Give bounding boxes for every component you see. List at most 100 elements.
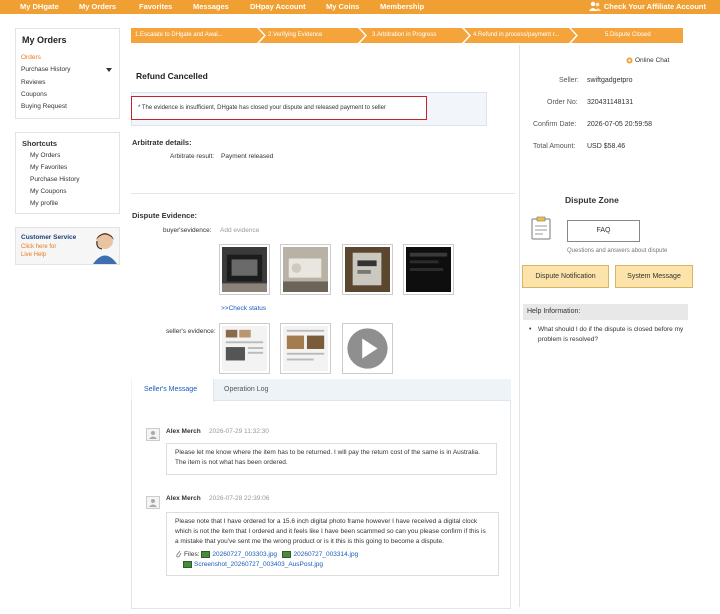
nav-my-dhgate[interactable]: My DHgate — [20, 2, 59, 11]
faq-caption: Questions and answers about dispute — [567, 248, 668, 254]
play-icon — [345, 326, 390, 371]
seller-evidence-video-thumb[interactable] — [342, 323, 393, 374]
order-no-label: Order No: — [547, 99, 578, 106]
avatar — [146, 496, 160, 509]
support-agent-icon — [93, 233, 117, 264]
total-amount-value: USD $58.46 — [587, 143, 626, 150]
check-status-link[interactable]: >>Check status — [221, 305, 266, 312]
attachment-link-2[interactable]: 20260727_003314.jpg — [293, 551, 358, 558]
online-chat-link[interactable]: Online Chat — [626, 57, 669, 64]
shortcut-my-orders[interactable]: My Orders — [30, 152, 60, 159]
arbitrate-value: Payment released — [221, 153, 274, 160]
paperclip-icon — [176, 551, 182, 558]
seller-label: Seller: — [559, 77, 579, 84]
shortcut-my-coupons[interactable]: My Coupons — [30, 188, 67, 195]
section-divider — [131, 193, 515, 194]
nav-my-orders[interactable]: My Orders — [79, 2, 116, 11]
column-divider — [519, 45, 520, 607]
sidebar-item-purchase-history[interactable]: Purchase History — [21, 66, 71, 73]
sidebar-item-reviews[interactable]: Reviews — [21, 79, 46, 86]
help-item-link[interactable]: What should I do if the dispute is close… — [538, 325, 688, 344]
message-author: Alex Merch — [166, 495, 201, 502]
seller-value[interactable]: swiftgadgetpro — [587, 77, 633, 84]
nav-favorites[interactable]: Favorites — [139, 2, 172, 11]
help-title: Help Information: — [527, 308, 581, 315]
user-icon — [149, 431, 157, 439]
dispute-progress: 1.Escalate to DHgate and Awai... 2.Verif… — [131, 28, 683, 43]
dispute-notification-button[interactable]: Dispute Notification — [522, 265, 609, 288]
notice-highlight: * The evidence is insufficient, DHgate h… — [131, 96, 427, 120]
step-2: 2.Verifying Evidence — [259, 28, 365, 43]
bullet-icon: • — [529, 326, 532, 333]
shortcut-purchase-history[interactable]: Purchase History — [30, 176, 80, 183]
step-1: 1.Escalate to DHgate and Awai... — [131, 28, 264, 43]
nav-membership[interactable]: Membership — [380, 2, 424, 11]
shortcut-my-favorites[interactable]: My Favorites — [30, 164, 67, 171]
sidebar-item-coupons[interactable]: Coupons — [21, 91, 47, 98]
customer-service-banner[interactable]: Customer Service Click here for Live Hel… — [15, 227, 120, 265]
seller-evidence-label: seller's evidence: — [166, 328, 216, 335]
evidence-image — [345, 247, 390, 292]
seller-evidence-thumb-2[interactable] — [280, 323, 331, 374]
nav-messages[interactable]: Messages — [193, 2, 229, 11]
nav-dhpay-account[interactable]: DHpay Account — [250, 2, 306, 11]
user-icon — [149, 499, 157, 507]
evidence-image — [406, 247, 451, 292]
confirm-date-value: 2026-07-05 20:59:58 — [587, 121, 652, 128]
buyer-evidence-thumb-2[interactable] — [280, 244, 331, 295]
sidebar-title: My Orders — [22, 35, 67, 45]
step-3: 3.Arbitration in Progress — [360, 28, 469, 43]
buyer-evidence-thumb-1[interactable] — [219, 244, 270, 295]
dispute-zone-title: Dispute Zone — [565, 195, 619, 205]
image-file-icon — [183, 560, 192, 568]
chat-icon — [626, 57, 633, 64]
users-icon — [588, 1, 601, 11]
files-label: Files: — [184, 551, 200, 558]
sidebar-item-buying-request[interactable]: Buying Request — [21, 103, 67, 110]
image-file-icon — [282, 550, 292, 558]
chevron-down-icon[interactable] — [106, 68, 112, 72]
message-time: 2026-07-29 11:32:30 — [209, 428, 269, 435]
online-chat-label: Online Chat — [635, 57, 670, 64]
customer-service-line2: Live Help — [21, 252, 47, 258]
clipboard-icon — [531, 216, 551, 240]
nav-my-coins[interactable]: My Coins — [326, 2, 359, 11]
buyer-evidence-label: buyer'sevidence: — [163, 227, 212, 234]
customer-service-title: Customer Service — [21, 234, 77, 241]
arbitrate-label: Arbitrate result: — [170, 153, 215, 160]
evidence-image — [222, 326, 267, 371]
system-message-button[interactable]: System Message — [615, 265, 693, 288]
sidebar-shortcuts-panel: Shortcuts My Orders My Favorites Purchas… — [15, 132, 120, 214]
step-5: 5.Dispute Closed — [571, 28, 683, 43]
message-bubble: Please note that I have ordered for a 15… — [166, 512, 499, 576]
top-navigation: My DHgate My Orders Favorites Messages D… — [0, 0, 720, 14]
message-author: Alex Merch — [166, 428, 201, 435]
shortcut-my-profile[interactable]: My profile — [30, 200, 58, 207]
attachment-link-3[interactable]: Screenshot_20260727_003403_AusPost.jpg — [194, 561, 323, 568]
attachments-row: Files: 20260727_003303.jpg 20260727_0033… — [175, 550, 490, 560]
add-evidence-link[interactable]: Add evidence — [220, 227, 259, 234]
affiliate-link[interactable]: Check Your Affiliate Account — [588, 1, 706, 12]
help-header: Help Information: — [523, 304, 688, 320]
attachments-row-2: Screenshot_20260727_003403_AusPost.jpg — [183, 560, 490, 570]
status-title: Refund Cancelled — [136, 71, 208, 81]
message-bubble: Please let me know where the item has to… — [166, 443, 497, 475]
buyer-evidence-thumb-3[interactable] — [342, 244, 393, 295]
buyer-evidence-thumb-4[interactable] — [403, 244, 454, 295]
total-amount-label: Total Amount: — [533, 143, 576, 150]
tab-sellers-message[interactable]: Seller's Message — [132, 379, 214, 402]
message-text: Please let me know where the item has to… — [175, 449, 480, 466]
attachment-link-1[interactable]: 20260727_003303.jpg — [212, 551, 277, 558]
confirm-date-label: Confirm Date: — [533, 121, 577, 128]
tab-operation-log[interactable]: Operation Log — [224, 386, 268, 393]
faq-button[interactable]: FAQ — [567, 220, 640, 242]
avatar — [146, 428, 160, 441]
evidence-heading: Dispute Evidence: — [132, 211, 198, 220]
seller-evidence-thumb-1[interactable] — [219, 323, 270, 374]
evidence-image — [222, 247, 267, 292]
sidebar-orders-panel: My Orders Orders Purchase History Review… — [15, 28, 120, 119]
evidence-image — [283, 326, 328, 371]
step-4: 4.Refund in process/payment r... — [464, 28, 576, 43]
sidebar-item-orders[interactable]: Orders — [21, 54, 41, 61]
affiliate-label: Check Your Affiliate Account — [603, 2, 706, 11]
